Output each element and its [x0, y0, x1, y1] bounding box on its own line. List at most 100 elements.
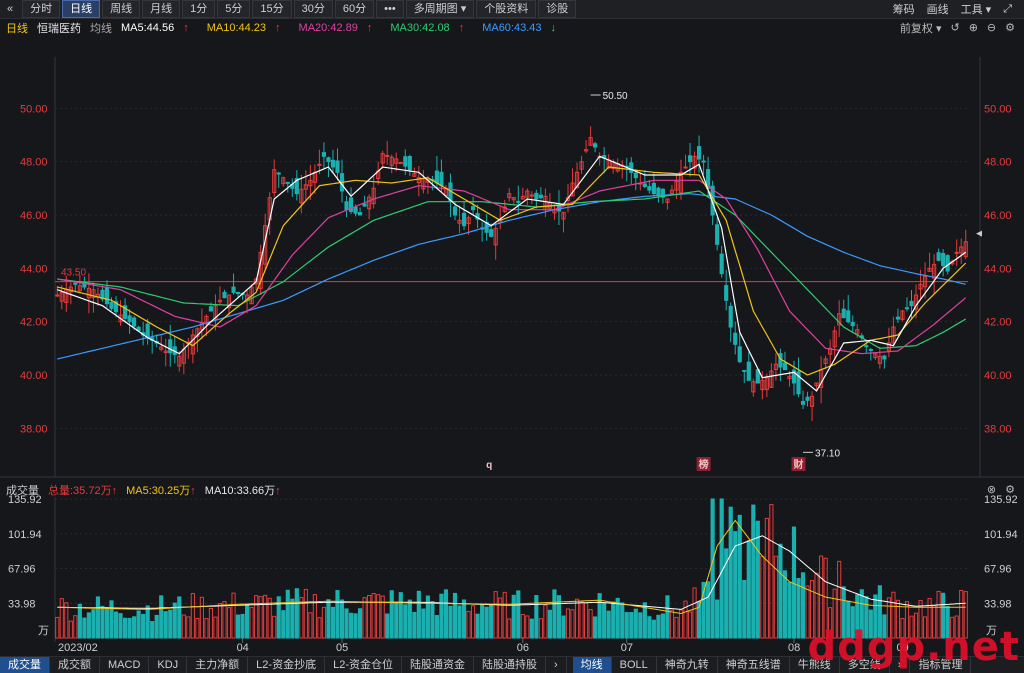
- adjust-dropdown[interactable]: 前复权 ▾: [900, 20, 942, 36]
- date-label: 08: [788, 642, 800, 654]
- candle-body: [538, 194, 543, 199]
- indicator-tab[interactable]: KDJ: [149, 657, 188, 673]
- volume-bar: [484, 606, 489, 639]
- volume-bar: [281, 610, 286, 639]
- indicator-tab[interactable]: BOLL: [612, 657, 657, 673]
- candle-body: [733, 332, 738, 345]
- volume-bar: [344, 608, 349, 639]
- volume-bar: [760, 555, 765, 639]
- volume-bar: [321, 606, 327, 639]
- candle-body: [904, 307, 910, 310]
- period-button[interactable]: 60分: [334, 0, 375, 18]
- period-button[interactable]: 30分: [293, 0, 333, 18]
- price-tick-right: 50.00: [984, 103, 1012, 115]
- period-button[interactable]: 1分: [182, 0, 216, 18]
- line-type-label[interactable]: 均线: [90, 20, 112, 36]
- indicator-tab[interactable]: 均线: [572, 657, 612, 673]
- candle-body: [461, 212, 467, 227]
- candle-body: [945, 255, 950, 272]
- volume-bar: [769, 504, 774, 639]
- volume-bar: [547, 609, 553, 639]
- indicator-tab[interactable]: 主力净额: [187, 657, 249, 673]
- period-button[interactable]: 5分: [217, 0, 251, 18]
- settings-icon[interactable]: ⚙: [1005, 21, 1015, 34]
- candle-body: [782, 362, 788, 371]
- period-button[interactable]: 15分: [252, 0, 292, 18]
- period-button[interactable]: 日线: [62, 0, 101, 18]
- volume-bar: [656, 614, 661, 639]
- period-button[interactable]: 诊股: [538, 0, 577, 18]
- candle-body: [385, 154, 390, 157]
- back-icon[interactable]: «: [0, 1, 20, 17]
- candle-body: [687, 155, 693, 163]
- volume-bar: [64, 602, 69, 639]
- period-button[interactable]: 月线: [142, 0, 181, 18]
- top-toolbar: « 分时 日线 周线 月线 1分 5分 15分 30分 60分 ••• 多周期图 ▾ 个股资料 诊股 筹…: [0, 0, 1024, 19]
- volume-bar: [312, 594, 317, 639]
- volume-bar: [602, 602, 607, 639]
- volume-bar: [231, 592, 236, 639]
- candle-body: [168, 339, 173, 354]
- candle-body: [127, 315, 132, 323]
- price-tick-left: 48.00: [20, 157, 48, 169]
- candle-body: [104, 286, 110, 305]
- zoom-in-icon[interactable]: ⊕: [969, 21, 978, 34]
- period-button[interactable]: 周线: [102, 0, 141, 18]
- zoom-out-icon[interactable]: ⊖: [987, 21, 996, 34]
- volume-bar: [516, 590, 521, 639]
- candle-body: [841, 308, 846, 319]
- volume-bar: [127, 617, 132, 639]
- volume-bar: [177, 596, 182, 639]
- volume-bar: [204, 618, 209, 639]
- period-button[interactable]: 多周期图 ▾: [405, 0, 475, 18]
- volume-bar: [611, 601, 616, 639]
- volume-tick-left: 33.98: [8, 598, 36, 610]
- volume-bar: [113, 611, 119, 639]
- volume-bar: [294, 588, 299, 639]
- candle-body: [407, 156, 412, 171]
- volume-bar: [353, 613, 358, 639]
- volume-bar: [308, 612, 313, 639]
- indicator-tab[interactable]: 成交额: [50, 657, 100, 673]
- expand-icon[interactable]: ⤢: [1003, 3, 1012, 16]
- indicator-tab[interactable]: L2-资金仓位: [325, 657, 402, 673]
- period-button[interactable]: •••: [376, 0, 404, 18]
- indicator-tab[interactable]: MACD: [100, 657, 150, 673]
- indicator-tab[interactable]: ›: [546, 657, 567, 673]
- indicator-tab[interactable]: 神奇五线谱: [718, 657, 790, 673]
- period-button[interactable]: 个股资料: [476, 0, 537, 18]
- volume-bar: [285, 589, 290, 639]
- candle-body: [683, 166, 688, 169]
- chips-button[interactable]: 筹码: [893, 1, 915, 17]
- indicator-tab[interactable]: 成交量: [0, 657, 50, 673]
- ma-legend: MA5:44.56 ↑ MA10:44.23 ↑ MA20:42.89 ↑ MA30:42.…: [121, 22, 574, 34]
- last-price-pointer: [976, 230, 982, 237]
- date-label: 07: [621, 642, 633, 654]
- candle-body: [642, 183, 647, 188]
- candle-body: [231, 286, 236, 293]
- tools-button[interactable]: 工具 ▾: [961, 1, 992, 17]
- volume-bar: [430, 601, 435, 639]
- period-button[interactable]: 分时: [22, 0, 61, 18]
- volume-bar: [100, 605, 105, 639]
- volume-bar: [552, 589, 557, 639]
- min-price-label: 37.10: [815, 448, 840, 459]
- draw-button[interactable]: 画线: [927, 1, 949, 17]
- volume-bar: [217, 603, 223, 639]
- volume-bar: [651, 619, 656, 639]
- volume-bar: [190, 593, 195, 639]
- volume-bar: [647, 616, 652, 639]
- volume-bar: [145, 605, 150, 639]
- indicator-tab[interactable]: L2-资金抄底: [248, 657, 326, 673]
- indicator-tab[interactable]: 神奇九转: [657, 657, 718, 673]
- volume-bar: [91, 609, 96, 639]
- volume-bar: [737, 514, 742, 639]
- indicator-tab[interactable]: 陆股通持股: [474, 657, 546, 673]
- indicator-tab[interactable]: 陆股通资金: [402, 657, 474, 673]
- price-tick-right: 40.00: [984, 370, 1012, 382]
- undo-icon[interactable]: ↺: [950, 21, 959, 34]
- stock-name[interactable]: 恒瑞医药: [37, 20, 81, 36]
- kline-chart[interactable]: 50.00 50.00 48.00 48.00 46.00 46.00 44.00 44.00…: [0, 37, 1024, 656]
- max-price-label: 50.50: [603, 91, 628, 102]
- price-tick-left: 38.00: [20, 423, 48, 435]
